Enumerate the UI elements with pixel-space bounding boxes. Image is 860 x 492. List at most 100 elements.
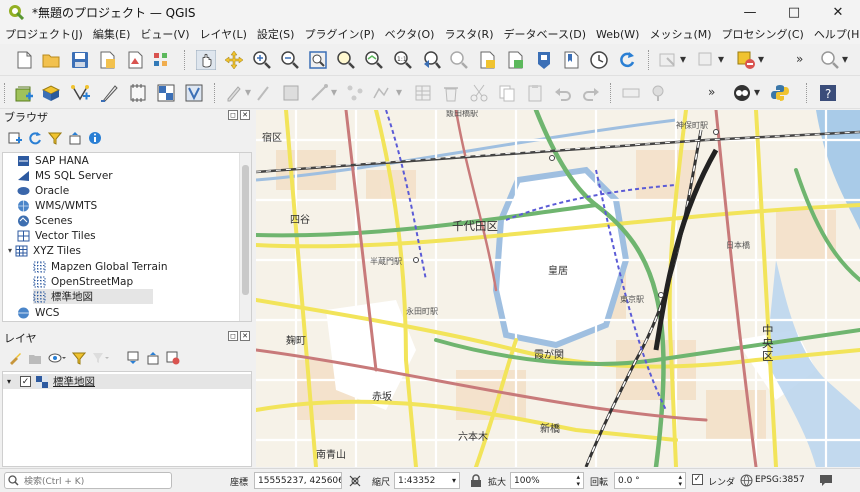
browser-item-sap-hana[interactable]: SAP HANA — [17, 153, 89, 168]
temp-scratch-layer-icon[interactable] — [128, 83, 148, 103]
layers-close-button[interactable]: ✕ — [240, 331, 250, 341]
new-geopackage-icon[interactable] — [41, 83, 61, 103]
open-project-icon[interactable] — [41, 50, 61, 70]
zoom-last-icon[interactable] — [421, 50, 441, 70]
browser-scroll-thumb[interactable] — [242, 165, 249, 295]
delete-selected-icon[interactable] — [441, 83, 461, 103]
browser-item-mssql[interactable]: MS SQL Server — [17, 168, 113, 183]
undo-icon[interactable] — [553, 83, 573, 103]
new-map-view-icon[interactable] — [477, 50, 497, 70]
filter-browser-icon[interactable] — [48, 131, 62, 145]
spatial-bookmark-icon[interactable] — [561, 50, 581, 70]
style-manager-icon[interactable] — [151, 50, 171, 70]
visibility-icon[interactable] — [48, 351, 66, 365]
edit-pencil-icon[interactable] — [224, 83, 244, 103]
browser-tree[interactable]: SAP HANA MS SQL Server Oracle WMS/WMTS S… — [2, 152, 252, 322]
coordinate-field[interactable]: 15555237, 4256067 — [254, 472, 342, 489]
browser-item-xyz-tiles[interactable]: ▾ XYZ Tiles — [5, 243, 81, 258]
print-layout-icon[interactable] — [125, 50, 145, 70]
browser-float-button[interactable]: ◻ — [228, 110, 238, 120]
copy-features-icon[interactable] — [497, 83, 517, 103]
browser-scrollbar[interactable] — [239, 153, 251, 321]
browser-item-wms[interactable]: WMS/WMTS — [17, 198, 97, 213]
pan-icon[interactable] — [196, 50, 216, 70]
browser-item-scenes[interactable]: Scenes — [17, 213, 72, 228]
browser-item-std-map[interactable]: 標準地図 — [33, 289, 153, 304]
virtual-layer-icon[interactable] — [156, 83, 176, 103]
zoom-native-icon[interactable]: 1:1 — [393, 50, 413, 70]
menu-view[interactable]: ビュー(V) — [135, 26, 194, 42]
zoom-to-selection-icon[interactable] — [336, 50, 356, 70]
zoom-next-icon[interactable] — [449, 50, 469, 70]
new-project-icon[interactable] — [14, 50, 34, 70]
temporal-controller-icon[interactable] — [534, 50, 554, 70]
lock-scale-icon[interactable] — [470, 474, 482, 488]
browser-item-vector-tiles[interactable]: Vector Tiles — [17, 228, 96, 243]
toolbar2-overflow-icon[interactable]: » — [708, 85, 715, 99]
menu-edit[interactable]: 編集(E) — [88, 26, 136, 42]
menu-project[interactable]: プロジェクト(J) — [0, 26, 88, 42]
menu-mesh[interactable]: メッシュ(M) — [644, 26, 716, 42]
label-toolbar-icon[interactable] — [621, 83, 641, 103]
clock-icon[interactable] — [589, 50, 609, 70]
toolbar-overflow-icon[interactable]: » — [796, 52, 803, 66]
new-virtual-layer-icon[interactable] — [184, 83, 204, 103]
menu-layer[interactable]: レイヤ(L) — [194, 26, 251, 42]
close-button[interactable]: ✕ — [816, 0, 860, 24]
deselect-icon[interactable] — [696, 50, 716, 70]
layers-tree[interactable]: ▾ ✓ 標準地図 — [2, 371, 252, 467]
locator-search-field[interactable]: 検索(Ctrl + K) — [4, 472, 172, 489]
maximize-button[interactable]: □ — [772, 0, 816, 24]
add-line-icon[interactable] — [309, 83, 329, 103]
browser-item-mapzen[interactable]: Mapzen Global Terrain — [33, 259, 168, 274]
refresh-icon[interactable] — [617, 50, 637, 70]
help-contents-icon[interactable]: ? — [818, 83, 838, 103]
toggle-editing-icon[interactable] — [253, 83, 273, 103]
layer-visibility-checkbox[interactable]: ✓ — [20, 376, 31, 387]
quickmapservices-icon[interactable] — [732, 83, 752, 103]
cut-features-icon[interactable] — [469, 83, 489, 103]
add-selected-layers-icon[interactable] — [8, 131, 22, 145]
menu-processing[interactable]: プロセシング(C) — [717, 26, 809, 42]
zoom-out-icon[interactable] — [280, 50, 300, 70]
rotation-field[interactable]: 0.0 ° ▴ ▾ — [614, 472, 686, 489]
new-3d-view-icon[interactable] — [505, 50, 525, 70]
crs-button[interactable]: EPSG:3857 — [755, 475, 805, 485]
style-panel-icon[interactable] — [8, 351, 22, 365]
filter-expression-icon[interactable] — [92, 351, 110, 365]
vertex-tool-icon[interactable] — [345, 83, 365, 103]
layers-float-button[interactable]: ◻ — [228, 331, 238, 341]
scale-field[interactable]: 1:43352 ▾ — [394, 472, 460, 489]
menu-database[interactable]: データベース(D) — [499, 26, 592, 42]
menu-plugins[interactable]: プラグイン(P) — [299, 26, 379, 42]
deselect-all-icon[interactable] — [736, 50, 756, 70]
zoom-to-layer-icon[interactable] — [364, 50, 384, 70]
new-vector-layer-icon[interactable] — [70, 83, 90, 103]
expand-arrow-icon[interactable]: ▾ — [5, 246, 15, 255]
redo-icon[interactable] — [581, 83, 601, 103]
browser-close-button[interactable]: ✕ — [240, 110, 250, 120]
browser-refresh-icon[interactable] — [28, 131, 42, 145]
browser-item-wcs[interactable]: WCS — [17, 305, 59, 320]
extents-toggle-icon[interactable] — [348, 474, 362, 488]
attribute-table-icon[interactable] — [413, 83, 433, 103]
collapse-all-icon[interactable] — [68, 131, 82, 145]
pan-to-selection-icon[interactable] — [224, 50, 244, 70]
zoom-in-icon[interactable] — [252, 50, 272, 70]
collapse-all-layers-icon[interactable] — [146, 351, 160, 365]
data-source-manager-icon[interactable] — [14, 83, 34, 103]
properties-info-icon[interactable] — [88, 131, 102, 145]
expand-all-icon[interactable] — [126, 351, 140, 365]
minimize-button[interactable]: — — [728, 0, 772, 24]
save-as-icon[interactable] — [97, 50, 117, 70]
browser-item-openstreetmap[interactable]: OpenStreetMap — [33, 274, 133, 289]
remove-layer-icon[interactable] — [166, 351, 180, 365]
menu-vector[interactable]: ベクタ(O) — [380, 26, 440, 42]
render-checkbox[interactable]: ✓ — [692, 474, 703, 485]
add-group-icon[interactable] — [28, 351, 42, 365]
browser-item-oracle[interactable]: Oracle — [17, 183, 69, 198]
menu-web[interactable]: Web(W) — [591, 28, 644, 41]
magnifier-field[interactable]: 100% ▴ ▾ — [510, 472, 584, 489]
python-console-icon[interactable] — [770, 83, 790, 103]
messages-icon[interactable] — [818, 473, 834, 488]
